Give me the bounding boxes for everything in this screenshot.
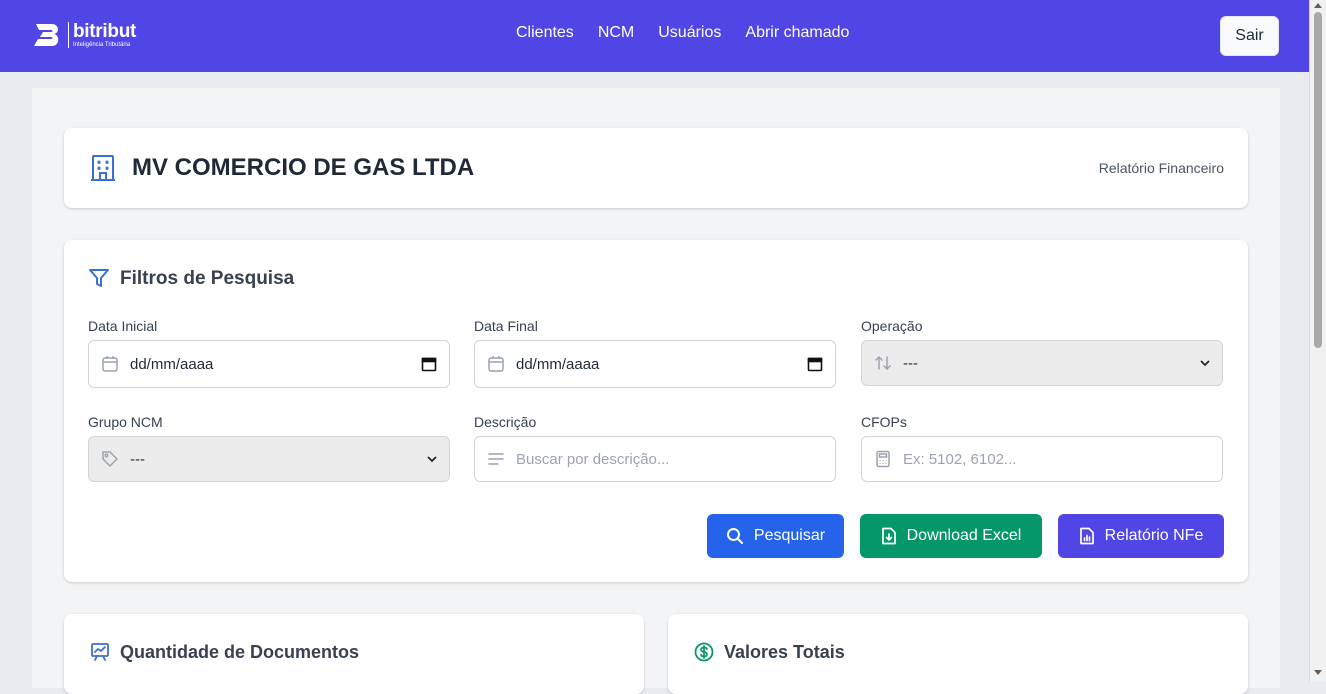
relatorio-nfe-label: Relatório NFe [1104,527,1204,544]
swap-arrows-icon [875,355,891,371]
file-chart-icon [1079,527,1094,545]
chevron-down-icon [427,456,437,463]
nav-link-clientes[interactable]: Clientes [516,24,574,42]
download-excel-button[interactable]: Download Excel [860,514,1042,558]
main-content: MV COMERCIO DE GAS LTDA Relatório Financ… [32,88,1280,694]
scroll-down-arrow-icon[interactable] [1314,670,1322,675]
calendar-icon [488,356,504,372]
dollar-circle-icon [694,642,714,662]
report-label: Relatório Financeiro [1098,160,1224,176]
nav-link-usuarios[interactable]: Usuários [658,24,721,42]
brand-logo[interactable]: bitribut Inteligência Tributária [32,22,136,48]
top-navbar: bitribut Inteligência Tributária Cliente… [0,0,1309,72]
search-button[interactable]: Pesquisar [707,514,844,558]
tag-icon [102,451,118,467]
nav-link-ncm[interactable]: NCM [598,24,634,42]
total-values-title: Valores Totais [724,642,845,662]
data-inicial-label: Data Inicial [88,318,158,334]
documents-count-title: Quantidade de Documentos [120,642,360,662]
chart-line-icon [91,643,109,661]
logout-button[interactable]: Sair [1220,16,1279,56]
cfops-input[interactable]: Ex: 5102, 6102... [861,436,1223,482]
building-icon [91,155,115,181]
documents-count-card: Quantidade de Documentos [64,614,644,694]
date-picker-icon[interactable] [807,356,823,372]
date-picker-icon[interactable] [421,356,437,372]
operacao-label: Operação [861,318,923,334]
search-button-label: Pesquisar [753,527,826,544]
nav-link-abrir-chamado[interactable]: Abrir chamado [745,24,849,42]
nav-links: Clientes NCM Usuários Abrir chamado [516,24,849,42]
download-excel-label: Download Excel [906,527,1022,544]
search-icon [726,528,743,544]
descricao-label: Descrição [474,414,537,430]
bitribut-logo-icon [34,24,59,46]
cfops-placeholder: Ex: 5102, 6102... [903,450,1017,468]
relatorio-nfe-button[interactable]: Relatório NFe [1058,514,1224,558]
descricao-placeholder: Buscar por descrição... [516,450,670,468]
page-scrollbar[interactable] [1309,0,1326,682]
brand-tagline: Inteligência Tributária [73,42,131,48]
chevron-down-icon [1200,360,1210,367]
grupo-ncm-select[interactable]: --- [88,436,450,482]
file-download-icon [881,527,896,545]
calculator-icon [876,450,890,468]
operacao-select[interactable]: --- [861,340,1223,386]
data-final-value: dd/mm/aaaa [516,355,600,373]
cfops-label: CFOPs [861,414,907,430]
company-name: MV COMERCIO DE GAS LTDA [132,154,475,181]
filter-title: Filtros de Pesquisa [120,268,295,289]
data-final-label: Data Final [474,318,538,334]
grupo-ncm-value: --- [130,450,145,468]
data-final-input[interactable]: dd/mm/aaaa [474,340,836,388]
grupo-ncm-label: Grupo NCM [88,414,163,430]
calendar-icon [102,356,118,372]
data-inicial-value: dd/mm/aaaa [130,355,214,373]
text-lines-icon [488,453,504,465]
data-inicial-input[interactable]: dd/mm/aaaa [88,340,450,388]
total-values-card: Valores Totais [668,614,1248,694]
scroll-thumb[interactable] [1314,12,1322,348]
descricao-input[interactable]: Buscar por descrição... [474,436,836,482]
filter-card: Filtros de Pesquisa Data Inicial dd/mm/a… [64,240,1248,582]
filter-icon [89,269,109,287]
brand-name: bitribut [73,21,137,42]
company-card: MV COMERCIO DE GAS LTDA Relatório Financ… [64,128,1248,208]
scroll-up-arrow-icon[interactable] [1314,3,1322,8]
operacao-value: --- [903,354,918,372]
